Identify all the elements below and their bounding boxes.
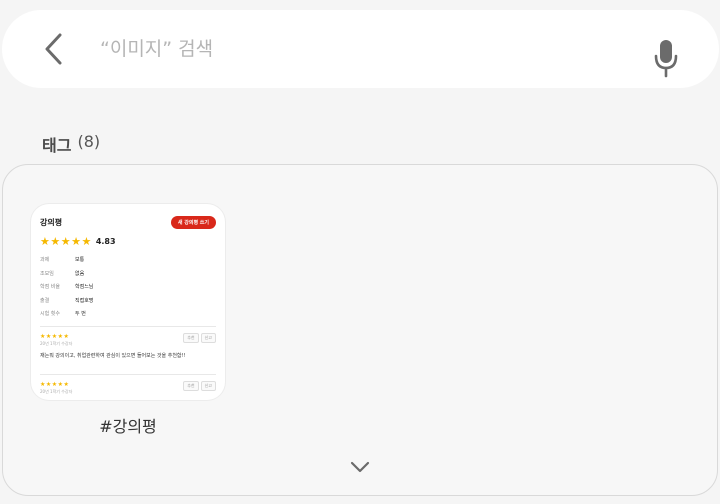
thumb-info-row: 출결 직접호명 <box>40 294 216 308</box>
thumb-review-title: 강의평 <box>40 218 63 227</box>
thumb-like-button: 추천 <box>183 380 199 391</box>
thumb-info-label: 과제 <box>40 257 50 264</box>
thumb-info-value: 직접호명 <box>75 297 94 304</box>
section-count: (8) <box>77 132 101 151</box>
thumb-rating-score: 4.83 <box>95 237 116 246</box>
microphone-icon[interactable] <box>650 38 682 78</box>
thumb-info-row: 조모임 없음 <box>40 267 216 281</box>
search-input[interactable] <box>100 32 620 66</box>
tag-label[interactable]: #강의평 <box>31 413 225 437</box>
thumb-info-row: 학점 비율 학점느님 <box>40 280 216 294</box>
thumb-report-button: 신고 <box>200 380 216 391</box>
thumb-info-value: 두 번 <box>75 311 86 318</box>
thumb-report-button: 신고 <box>200 332 216 343</box>
thumb-info-label: 시험 횟수 <box>40 311 60 318</box>
thumb-write-review-button: 새 강의평 쓰기 <box>170 216 216 229</box>
thumb-review-text: 재는뭐 강의이고, 취업관련하여 관심이 있으면 들어보는 것을 추천함!! <box>40 352 186 359</box>
thumb-info-label: 학점 비율 <box>40 284 60 291</box>
back-arrow-icon[interactable] <box>38 32 72 66</box>
thumb-info-value: 보통 <box>75 257 85 264</box>
thumb-info-row: 과제 보통 <box>40 253 216 267</box>
thumb-divider <box>40 325 216 327</box>
thumb-info-table: 과제 보통 조모임 없음 학점 비율 학점느님 출결 직접호명 시험 횟수 두 … <box>40 253 216 321</box>
thumb-rating-stars: ★★★★★ <box>40 235 92 248</box>
tag-thumbnail[interactable]: 강의평 새 강의평 쓰기 ★★★★★ 4.83 과제 보통 조모임 없음 학점 … <box>31 204 225 400</box>
thumb-info-value: 없음 <box>75 270 85 277</box>
thumb-review-item: ★★★★★ 20년 1학기 수강자 추천 신고 <box>40 380 216 401</box>
thumb-info-value: 학점느님 <box>75 284 94 291</box>
chevron-down-icon[interactable] <box>346 456 374 478</box>
search-bar <box>2 10 719 88</box>
thumb-review-item: ★★★★★ 20년 1학기 수강자 재는뭐 강의이고, 취업관련하여 관심이 있… <box>40 332 216 369</box>
thumb-info-label: 출결 <box>40 297 50 304</box>
thumb-info-label: 조모임 <box>40 270 54 277</box>
thumb-like-button: 추천 <box>183 332 199 343</box>
section-title: 태그 (8) <box>42 132 100 156</box>
thumb-divider <box>40 373 216 375</box>
thumb-info-row: 시험 횟수 두 번 <box>40 307 216 321</box>
section-title-label: 태그 <box>42 136 72 155</box>
